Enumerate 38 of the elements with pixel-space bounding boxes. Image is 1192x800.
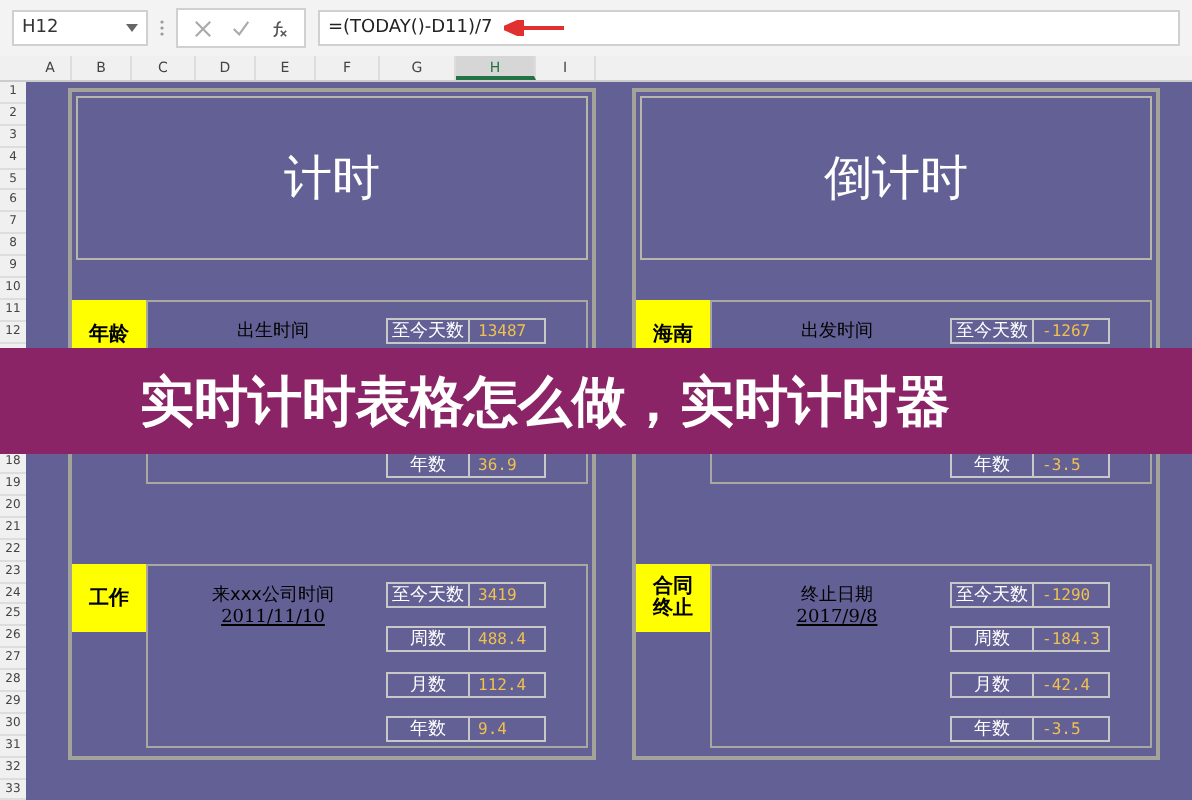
stat-value: 3419 bbox=[470, 582, 546, 608]
panel-title: 计时 bbox=[284, 148, 380, 210]
category-tag: 合同终止 bbox=[636, 564, 710, 632]
stat-value: -3.5 bbox=[1034, 715, 1110, 742]
stat-label: 周数 bbox=[386, 626, 470, 653]
date-value: 2017/9/8 bbox=[796, 608, 878, 628]
stat-value: 112.4 bbox=[470, 671, 546, 698]
cancel-icon[interactable] bbox=[194, 19, 212, 37]
date-label: 出生时间 bbox=[237, 319, 309, 344]
stat-value: -1290 bbox=[1034, 582, 1110, 608]
stat-label: 周数 bbox=[950, 626, 1034, 653]
stat-label: 至今天数 bbox=[950, 318, 1034, 344]
stat-value: -1267 bbox=[1034, 318, 1110, 344]
stat-label: 月数 bbox=[950, 671, 1034, 698]
banner-text: 实时计时表格怎么做，实时计时器 bbox=[140, 369, 950, 437]
stat-value: -184.3 bbox=[1034, 626, 1110, 653]
stat-label: 至今天数 bbox=[950, 582, 1034, 608]
stat-value: 9.4 bbox=[470, 715, 546, 742]
date-value: 2011/11/10 bbox=[221, 608, 325, 628]
stat-value: 488.4 bbox=[470, 626, 546, 653]
date-label: 来xxx公司时间 bbox=[212, 583, 334, 608]
stat-label: 年数 bbox=[950, 715, 1034, 742]
category-tag: 工作 bbox=[72, 564, 146, 632]
function-icon[interactable] bbox=[270, 19, 288, 37]
panel-title: 倒计时 bbox=[824, 148, 968, 210]
stat-label: 月数 bbox=[386, 671, 470, 698]
name-box[interactable]: H12 bbox=[12, 10, 148, 46]
date-label: 终止日期 bbox=[801, 583, 873, 608]
stat-label: 至今天数 bbox=[386, 318, 470, 344]
formula-field[interactable]: =(TODAY()-D11)/7 bbox=[318, 10, 1180, 46]
stat-label: 至今天数 bbox=[386, 582, 470, 608]
stat-value: -42.4 bbox=[1034, 671, 1110, 698]
arrow-icon bbox=[504, 20, 565, 36]
caret-icon bbox=[126, 24, 138, 32]
stat-value: 13487 bbox=[470, 318, 546, 344]
date-label: 出发时间 bbox=[801, 319, 873, 344]
check-icon[interactable] bbox=[232, 19, 250, 37]
stat-label: 年数 bbox=[386, 715, 470, 742]
